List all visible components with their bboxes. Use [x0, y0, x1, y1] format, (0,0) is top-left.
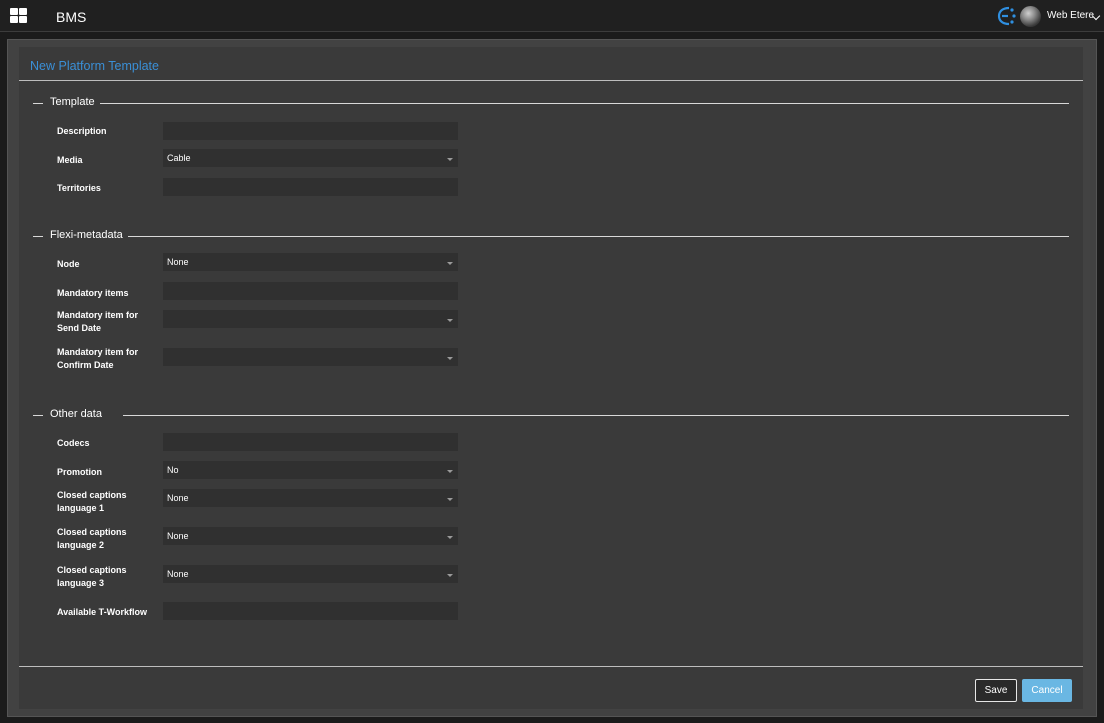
cc-language-2-value: None — [167, 531, 189, 541]
etere-logo-icon[interactable] — [995, 5, 1017, 27]
footer-divider — [19, 666, 1083, 667]
app-title: BMS — [56, 9, 87, 25]
codecs-label: Codecs — [57, 438, 90, 448]
dropdown-caret-icon — [447, 574, 453, 577]
territories-input[interactable] — [162, 177, 459, 197]
section-legend-template: Template — [33, 96, 1069, 110]
media-select[interactable]: Cable — [162, 148, 459, 168]
section-legend-flexi-metadata: Flexi-metadata — [33, 229, 1069, 243]
top-bar: BMS Web Etere — [0, 0, 1104, 32]
panel-title: New Platform Template — [30, 59, 159, 73]
save-button[interactable]: Save — [975, 679, 1017, 702]
send-date-select[interactable] — [162, 309, 459, 329]
description-label: Description — [57, 126, 107, 136]
dropdown-caret-icon — [447, 498, 453, 501]
promotion-label: Promotion — [57, 467, 102, 477]
header-divider — [19, 80, 1083, 81]
description-input[interactable] — [162, 121, 459, 141]
promotion-select[interactable]: No — [162, 460, 459, 480]
dropdown-caret-icon — [447, 158, 453, 161]
node-label: Node — [57, 259, 80, 269]
t-workflow-label: Available T-Workflow — [57, 607, 148, 617]
legend-label: Template — [50, 96, 95, 108]
cc-language-3-label: Closed captions language 3 — [57, 565, 127, 588]
node-select[interactable]: None — [162, 252, 459, 272]
mandatory-items-input[interactable] — [162, 281, 459, 301]
media-label: Media — [57, 155, 83, 165]
cc-language-2-label: Closed captions language 2 — [57, 527, 127, 550]
cc-language-1-select[interactable]: None — [162, 488, 459, 508]
dropdown-caret-icon — [447, 536, 453, 539]
node-value: None — [167, 257, 189, 267]
cc-language-2-select[interactable]: None — [162, 526, 459, 546]
user-avatar[interactable] — [1020, 6, 1041, 27]
cc-language-1-label: Closed captions language 1 — [57, 490, 127, 513]
territories-label: Territories — [57, 183, 101, 193]
cc-language-3-select[interactable]: None — [162, 564, 459, 584]
codecs-input[interactable] — [162, 432, 459, 452]
cc-language-1-value: None — [167, 493, 189, 503]
dropdown-caret-icon — [447, 262, 453, 265]
user-name[interactable]: Web Etere — [1047, 10, 1094, 21]
cancel-button[interactable]: Cancel — [1022, 679, 1072, 702]
confirm-date-label: Mandatory item for Confirm Date — [57, 347, 139, 370]
send-date-label: Mandatory item for Send Date — [57, 310, 139, 333]
legend-label: Other data — [50, 408, 102, 420]
cc-language-3-value: None — [167, 569, 189, 579]
dropdown-caret-icon — [447, 470, 453, 473]
media-value: Cable — [167, 153, 191, 163]
t-workflow-input[interactable] — [162, 601, 459, 621]
mandatory-items-label: Mandatory items — [57, 288, 129, 298]
confirm-date-select[interactable] — [162, 347, 459, 367]
promotion-value: No — [167, 465, 179, 475]
template-panel: New Platform Template Template Descripti… — [19, 47, 1083, 709]
dropdown-caret-icon — [447, 319, 453, 322]
legend-label: Flexi-metadata — [50, 229, 123, 241]
dropdown-caret-icon — [447, 357, 453, 360]
grid-menu-icon[interactable] — [10, 8, 27, 23]
section-legend-other-data: Other data — [33, 408, 1069, 422]
